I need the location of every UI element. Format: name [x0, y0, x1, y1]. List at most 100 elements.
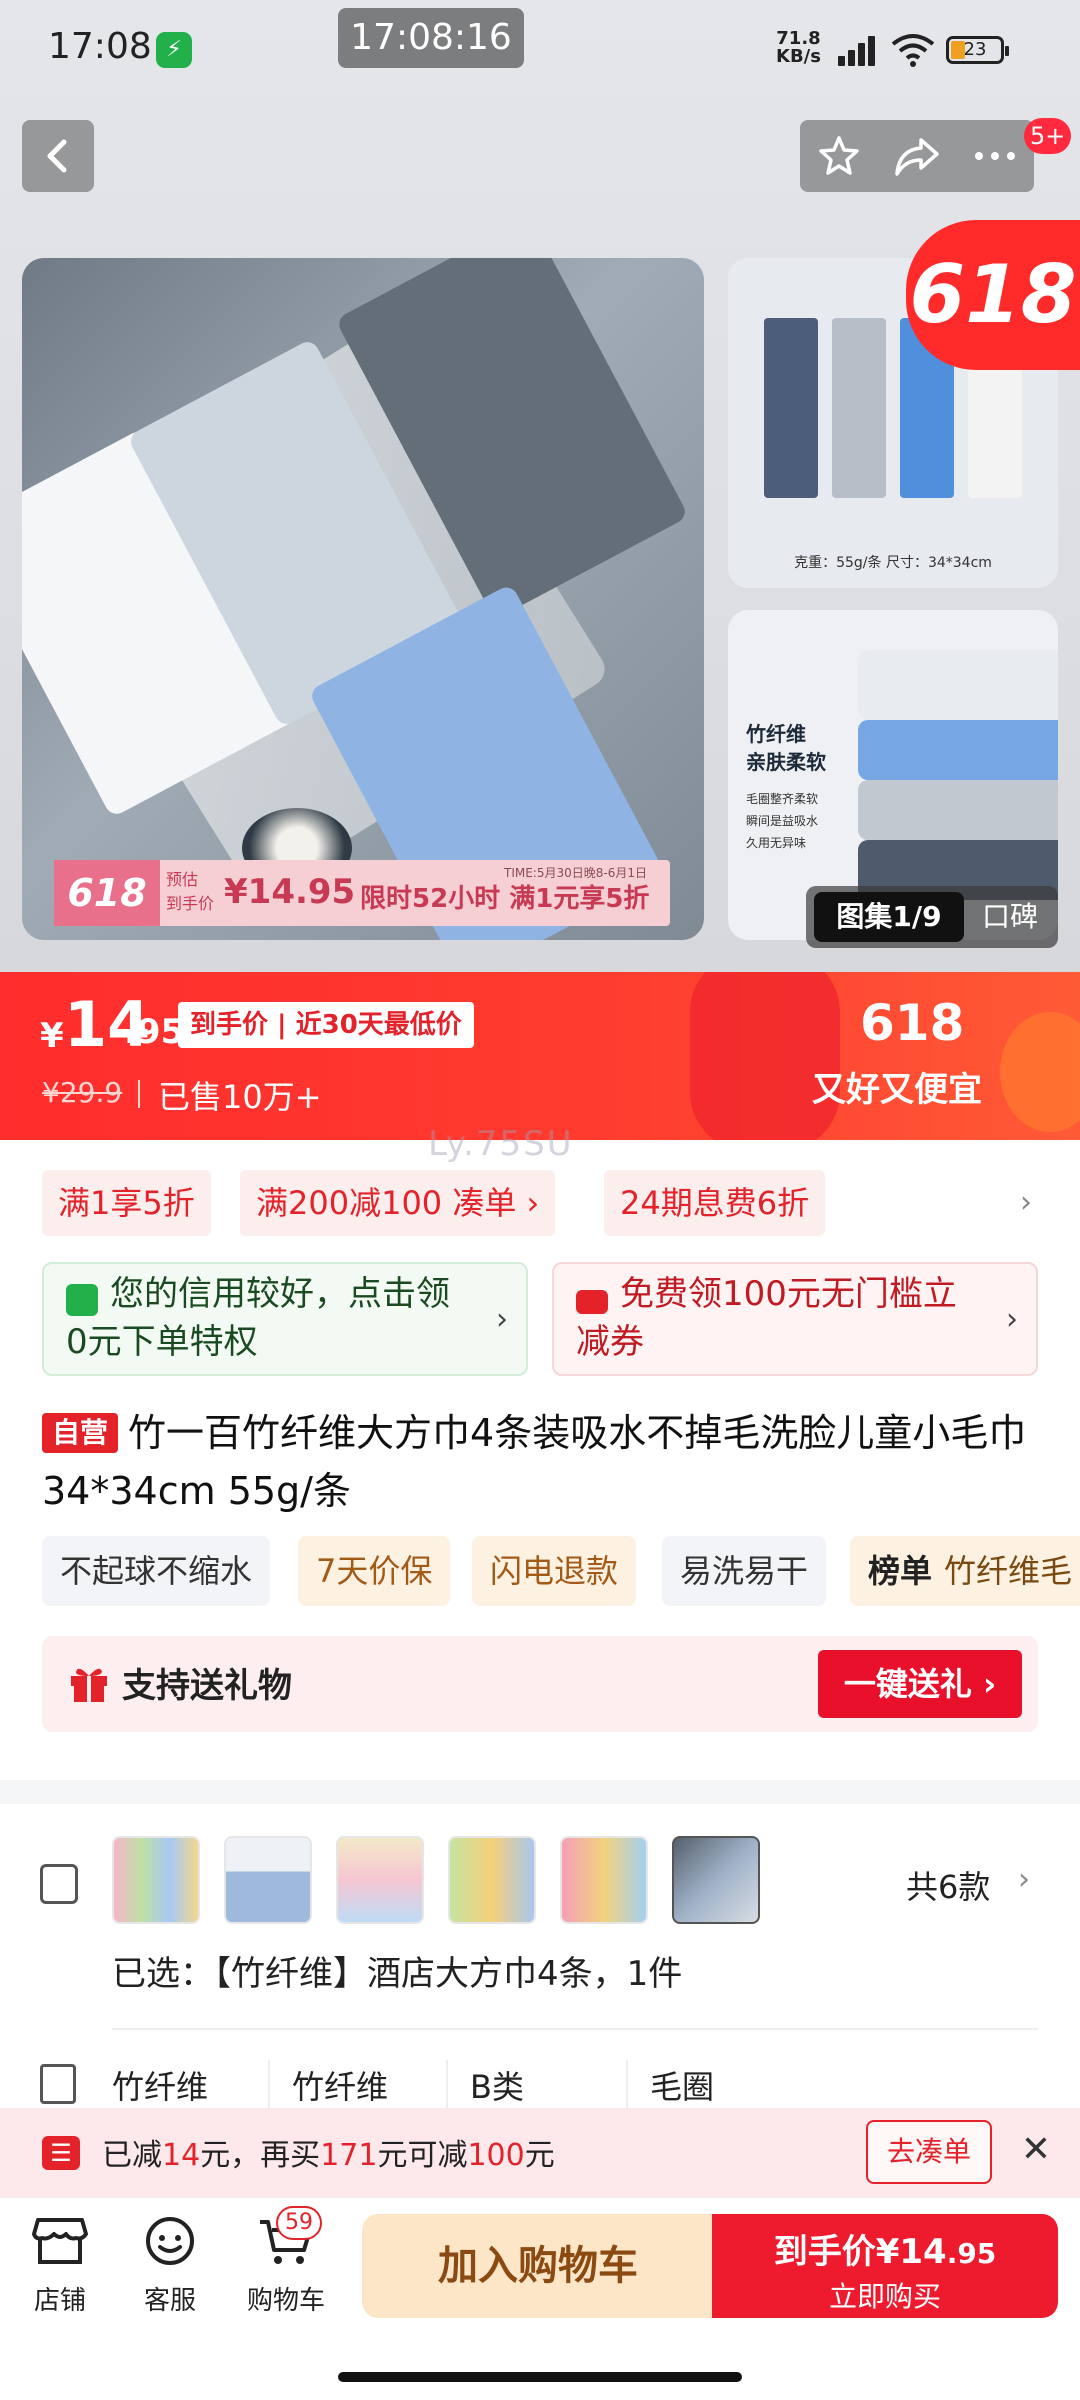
towel-navy: [764, 318, 818, 498]
document-icon: [40, 2064, 76, 2104]
attribute-divider: [626, 2060, 628, 2110]
promo-est-line1: 预估: [166, 870, 199, 889]
product-title-text: 竹一百竹纤维大方巾4条装吸水不掉毛洗脸儿童小毛巾34*34cm 55g/条: [42, 1411, 1027, 1513]
stack-blue: [858, 720, 1058, 780]
divider: [112, 2028, 1038, 2030]
toast-reduced: 14: [162, 2138, 201, 2173]
feature-tag: 闪电退款: [472, 1536, 637, 1606]
bottom-action-bar: 店铺 客服 59 购物车 加入购物车 到手价¥14.95 立即购买: [0, 2198, 1080, 2338]
price-divider: [138, 1080, 140, 1108]
sku-thumbnail[interactable]: [448, 1836, 536, 1924]
price-decimal: .95: [124, 1012, 185, 1052]
promo-chip[interactable]: 满1享5折: [42, 1170, 211, 1236]
buy-now-button[interactable]: 到手价¥14.95 立即购买: [712, 2214, 1058, 2318]
thumbnail-caption: 克重：55g/条 尺寸：34*34cm: [794, 555, 992, 571]
campaign-618-tag: 618: [906, 220, 1080, 370]
thumbnail-features: 毛圈整齐柔软 瞬间是益吸水 久用无异味: [746, 788, 818, 854]
network-speed: 71.8 KB/s: [776, 30, 821, 66]
ranking-prefix: 榜单: [868, 1552, 933, 1590]
attribute-divider: [268, 2060, 270, 2110]
balloon-decor: [690, 972, 840, 1140]
send-gift-button[interactable]: 一键送礼 ›: [818, 1650, 1022, 1718]
chevron-right-icon[interactable]: ›: [1020, 1188, 1050, 1218]
watermark: Ly.75SU: [428, 1124, 574, 1164]
favorite-button[interactable]: [800, 120, 878, 192]
status-time: 17:08: [48, 26, 152, 67]
screen-clock-overlay: 17:08:16: [338, 8, 524, 68]
close-icon[interactable]: ✕: [1016, 2130, 1056, 2170]
more-dots-icon: [975, 152, 1015, 160]
sku-thumbnail[interactable]: [112, 1836, 200, 1924]
service-label: 客服: [143, 2286, 196, 2316]
wifi-icon: [891, 34, 935, 67]
stack-grey: [858, 780, 1058, 840]
sku-thumbnail-selected[interactable]: [672, 1836, 760, 1924]
promo-strip: 618 预估 到手价 ¥14.95 TIME:5月30日晚8-6月1日 限时52…: [54, 860, 670, 926]
customer-service-button[interactable]: 客服: [120, 2216, 220, 2317]
tab-reviews[interactable]: 口碑: [970, 892, 1050, 942]
credit-privilege-card[interactable]: 您的信用较好，点击领0元下单特权 ›: [42, 1262, 528, 1376]
coupon-card-text: 免费领100元无门槛立减券: [576, 1274, 957, 1362]
tab-gallery[interactable]: 图集1/9: [814, 892, 964, 942]
credit-card-text: 您的信用较好，点击领0元下单特权: [66, 1274, 450, 1362]
sku-thumbnail[interactable]: [336, 1836, 424, 1924]
add-more-button[interactable]: 去凑单: [866, 2120, 992, 2184]
security-shield-icon: ⚡: [156, 32, 192, 68]
attribute-divider: [446, 2060, 448, 2110]
thumb2-line1: 竹纤维: [746, 722, 806, 746]
feature-line: 毛圈整齐柔软: [746, 792, 819, 806]
promo-chip[interactable]: 满200减100 凑单 ›: [240, 1170, 556, 1236]
sku-count[interactable]: 共6款: [906, 1862, 990, 1908]
buy-now-label: 立即购买: [828, 2280, 941, 2313]
sku-thumbnail[interactable]: [560, 1836, 648, 1924]
feature-tags: 不起球不缩水 7天价保 闪电退款 易洗易干 榜单 竹纤维毛: [0, 1536, 1080, 1608]
toast-need: 171: [320, 2138, 378, 2173]
gift-text: 支持送礼物: [122, 1666, 292, 1706]
back-arrow-icon: [47, 139, 67, 173]
feature-line: 瞬间是益吸水: [746, 814, 819, 828]
gallery-switch: 图集1/9 口碑: [806, 886, 1058, 948]
cart-button[interactable]: 59 购物车: [236, 2206, 336, 2317]
product-gallery: 17:08 ⚡ 17:08:16 71.8 KB/s 23 5+ 618 预估 …: [0, 0, 1080, 972]
sold-count: 已售10万+: [158, 1078, 322, 1116]
chat-face-icon: [146, 2217, 194, 2265]
back-button[interactable]: [22, 120, 94, 192]
ranking-tag[interactable]: 榜单 竹纤维毛: [850, 1536, 1080, 1606]
attribute-value: B类: [470, 2068, 524, 2106]
lowest-price-label: 到手价 | 近30天最低价: [178, 1002, 474, 1048]
status-bar: 17:08 ⚡ 17:08:16 71.8 KB/s 23: [0, 0, 1080, 100]
thumbnail-headline: 竹纤维 亲肤柔软: [746, 720, 826, 776]
net-speed-unit: KB/s: [776, 46, 821, 67]
towel-grey: [832, 318, 886, 498]
main-product-photo[interactable]: [22, 258, 704, 940]
campaign-slogan: 又好又便宜: [812, 1070, 982, 1110]
thumb2-line2: 亲肤柔软: [746, 750, 826, 774]
sku-thumbnail[interactable]: [224, 1836, 312, 1924]
product-title: 自营 竹一百竹纤维大方巾4条装吸水不掉毛洗脸儿童小毛巾34*34cm 55g/条: [42, 1404, 1052, 1520]
buy-price-line: 到手价¥14.95: [712, 2224, 1058, 2273]
sku-selected-text: 已选：【竹纤维】酒店大方巾4条，1件: [112, 1954, 683, 1994]
promotion-row[interactable]: 满1享5折 满200减100 凑单 › 24期息费6折 ›: [0, 1170, 1080, 1240]
more-button[interactable]: [956, 120, 1034, 192]
price-currency: ¥: [40, 1016, 64, 1056]
promo-limit: 限时52小时 满1元享5折: [360, 884, 650, 914]
share-icon: [895, 138, 939, 176]
gift-bar: 支持送礼物 一键送礼 ›: [42, 1636, 1038, 1732]
attribute-value: 毛圈: [650, 2068, 715, 2106]
coupon-toast: ☰ 已减14元，再买171元可减100元 去凑单 ✕: [0, 2108, 1080, 2198]
feature-tag: 易洗易干: [662, 1536, 827, 1606]
feature-tag: 不起球不缩水: [42, 1536, 271, 1606]
share-button[interactable]: [878, 120, 956, 192]
price-banner: ¥ 14 .95 到手价 | 近30天最低价 ¥29.9 已售10万+ 618 …: [0, 972, 1080, 1140]
coupon-card[interactable]: 免费领100元无门槛立减券 ›: [552, 1262, 1038, 1376]
promo-estimate-label: 预估 到手价: [166, 868, 214, 916]
stack-white: [858, 650, 1058, 720]
toast-text: 已减14元，再买171元可减100元: [102, 2130, 555, 2174]
home-indicator[interactable]: [338, 2372, 742, 2382]
chevron-right-icon[interactable]: ›: [1018, 1862, 1030, 1897]
store-button[interactable]: 店铺: [10, 2216, 110, 2317]
add-to-cart-button[interactable]: 加入购物车: [362, 2214, 714, 2318]
buy-price-dec: .95: [946, 2237, 997, 2270]
promo-chip[interactable]: 24期息费6折: [604, 1170, 826, 1236]
promo-price: ¥14.95: [224, 872, 356, 912]
